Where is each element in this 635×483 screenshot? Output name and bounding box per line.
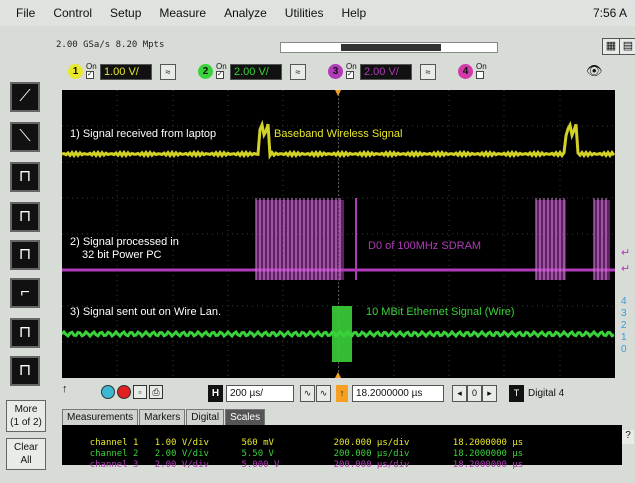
time-decrease-icon[interactable]: ∿ xyxy=(300,385,315,402)
channel-2-adjust-icon[interactable]: ≈ xyxy=(290,64,306,80)
rising-edge-trigger-icon[interactable]: ⟋ xyxy=(10,82,40,112)
more-button[interactable]: More (1 of 2) xyxy=(6,400,46,432)
channel-bar: 1 On ✓ 1.00 V/ ≈ 2 On ✓ 2.00 V/ ≈ 3 On ✓ 2.… xyxy=(56,60,635,84)
menu-measure[interactable]: Measure xyxy=(157,6,208,20)
up-arrow-icon: ↑ xyxy=(62,383,68,395)
digital-marker-3: 3 xyxy=(621,308,627,319)
delay-field[interactable]: 18.2000000 µs xyxy=(352,385,444,402)
label-2a: 2) Signal processed in xyxy=(70,236,179,248)
tab-markers[interactable]: Markers xyxy=(139,409,186,425)
glitch-trigger-icon[interactable]: ⊓ xyxy=(10,162,40,192)
overview-window[interactable] xyxy=(341,44,441,51)
tab-scales[interactable]: Scales xyxy=(225,409,266,425)
state-trigger-icon[interactable]: ⌐ xyxy=(10,278,40,308)
label-3a: 3) Signal sent out on Wire Lan. xyxy=(70,306,222,318)
clear-all-button[interactable]: Clear All xyxy=(6,438,46,470)
timebase-bar: ↑ ▫ ⎙ H 200 µs/ ∿ ∿ ↑ 18.2000000 µs ◂ 0 … xyxy=(56,380,635,406)
acquisition-status: 2.00 GSa/s 8.20 Mpts ▦ ▤ xyxy=(56,38,635,56)
channel-2-icon[interactable]: 2 xyxy=(198,64,213,79)
tab-digital[interactable]: Digital xyxy=(186,409,225,425)
tab-measurements[interactable]: Measurements xyxy=(62,409,139,425)
menu-bar: File Control Setup Measure Analyze Utili… xyxy=(0,0,635,26)
digital-channel-label[interactable]: Digital 4 xyxy=(528,388,564,399)
measurement-tabs: Measurements Markers Digital Scales xyxy=(62,409,266,425)
toolbar-icon[interactable]: ▤ xyxy=(619,38,635,55)
channel-3-marker: ↵ xyxy=(621,247,631,259)
menu-file[interactable]: File xyxy=(14,6,37,20)
help-button[interactable]: ? xyxy=(622,430,634,444)
channel-1-scale[interactable]: 1.00 V/ xyxy=(100,64,152,80)
channel-4-marker: ↵ xyxy=(621,263,631,275)
channel-3-adjust-icon[interactable]: ≈ xyxy=(420,64,436,80)
digital-marker-0: 0 xyxy=(621,344,627,355)
label-3b: 10 MBit Ethernet Signal (Wire) xyxy=(366,306,515,318)
waveform-overview[interactable] xyxy=(280,42,498,53)
single-icon[interactable]: ▫ xyxy=(133,385,147,399)
channel-1-on[interactable]: On ✓ xyxy=(86,63,97,79)
channel-3-icon[interactable]: 3 xyxy=(328,64,343,79)
channel-3-scale[interactable]: 2.00 V/ xyxy=(360,64,412,80)
label-1b: Baseband Wireless Signal xyxy=(274,128,403,140)
label-2b: 32 bit Power PC xyxy=(82,249,162,261)
pattern-trigger-icon[interactable]: ⊓ xyxy=(10,202,40,232)
delay-next-icon[interactable]: ▸ xyxy=(482,385,497,402)
menu-analyze[interactable]: Analyze xyxy=(222,6,269,20)
digital-marker-2: 2 xyxy=(621,320,627,331)
pulse-width-trigger-icon[interactable]: ⊓ xyxy=(10,240,40,270)
delay-zero-icon[interactable]: 0 xyxy=(467,385,482,402)
scale-row-3: channel 3 2.00 V/div 5.000 V 200.000 µs/… xyxy=(89,460,524,470)
waveform-display[interactable]: 1) Signal received from laptop Baseband … xyxy=(62,90,615,378)
channel-3-on[interactable]: On ✓ xyxy=(346,63,357,79)
setup-hold-trigger-icon[interactable]: ⊓ xyxy=(10,356,40,386)
trigger-marker-top xyxy=(335,90,341,96)
menu-control[interactable]: Control xyxy=(51,6,94,20)
time-increase-icon[interactable]: ∿ xyxy=(316,385,331,402)
menu-help[interactable]: Help xyxy=(339,6,368,20)
channel-1-adjust-icon[interactable]: ≈ xyxy=(160,64,176,80)
print-icon[interactable]: ⎙ xyxy=(149,385,163,399)
delay-prev-icon[interactable]: ◂ xyxy=(452,385,467,402)
channel-2-scale[interactable]: 2.00 V/ xyxy=(230,64,282,80)
timeout-trigger-icon[interactable]: ⊓ xyxy=(10,318,40,348)
layout-icon[interactable]: ▦ xyxy=(602,38,620,55)
run-icon[interactable] xyxy=(101,385,115,399)
channel-4-icon[interactable]: 4 xyxy=(458,64,473,79)
channel-1-icon[interactable]: 1 xyxy=(68,64,83,79)
scales-panel: channel 1 1.00 V/div 560 mV 200.000 µs/d… xyxy=(62,425,622,470)
digital-marker-4: 4 xyxy=(621,296,627,307)
label-2c: D0 of 100MHz SDRAM xyxy=(368,240,482,252)
horizontal-icon[interactable]: H xyxy=(208,385,223,402)
time-per-div-field[interactable]: 200 µs/ xyxy=(226,385,294,402)
eye-icon[interactable]: 👁 xyxy=(586,63,603,79)
channel-4-on[interactable]: On xyxy=(476,63,487,79)
sample-rate-text: 2.00 GSa/s 8.20 Mpts xyxy=(56,40,165,50)
channel-2-on[interactable]: On ✓ xyxy=(216,63,227,79)
channel-2-burst xyxy=(332,306,352,362)
falling-edge-trigger-icon[interactable]: ⟍ xyxy=(10,122,40,152)
label-1: 1) Signal received from laptop xyxy=(70,128,217,140)
digital-marker-1: 1 xyxy=(621,332,627,343)
trigger-position-icon[interactable]: ↑ xyxy=(336,385,348,402)
menu-setup[interactable]: Setup xyxy=(108,6,143,20)
stop-icon[interactable] xyxy=(117,385,131,399)
trigger-marker-bottom xyxy=(335,372,341,378)
clock: 7:56 A xyxy=(592,6,627,20)
digital-markers: 4 3 2 1 0 xyxy=(621,296,633,356)
digital-icon[interactable]: T xyxy=(509,385,524,402)
menu-utilities[interactable]: Utilities xyxy=(283,6,326,20)
